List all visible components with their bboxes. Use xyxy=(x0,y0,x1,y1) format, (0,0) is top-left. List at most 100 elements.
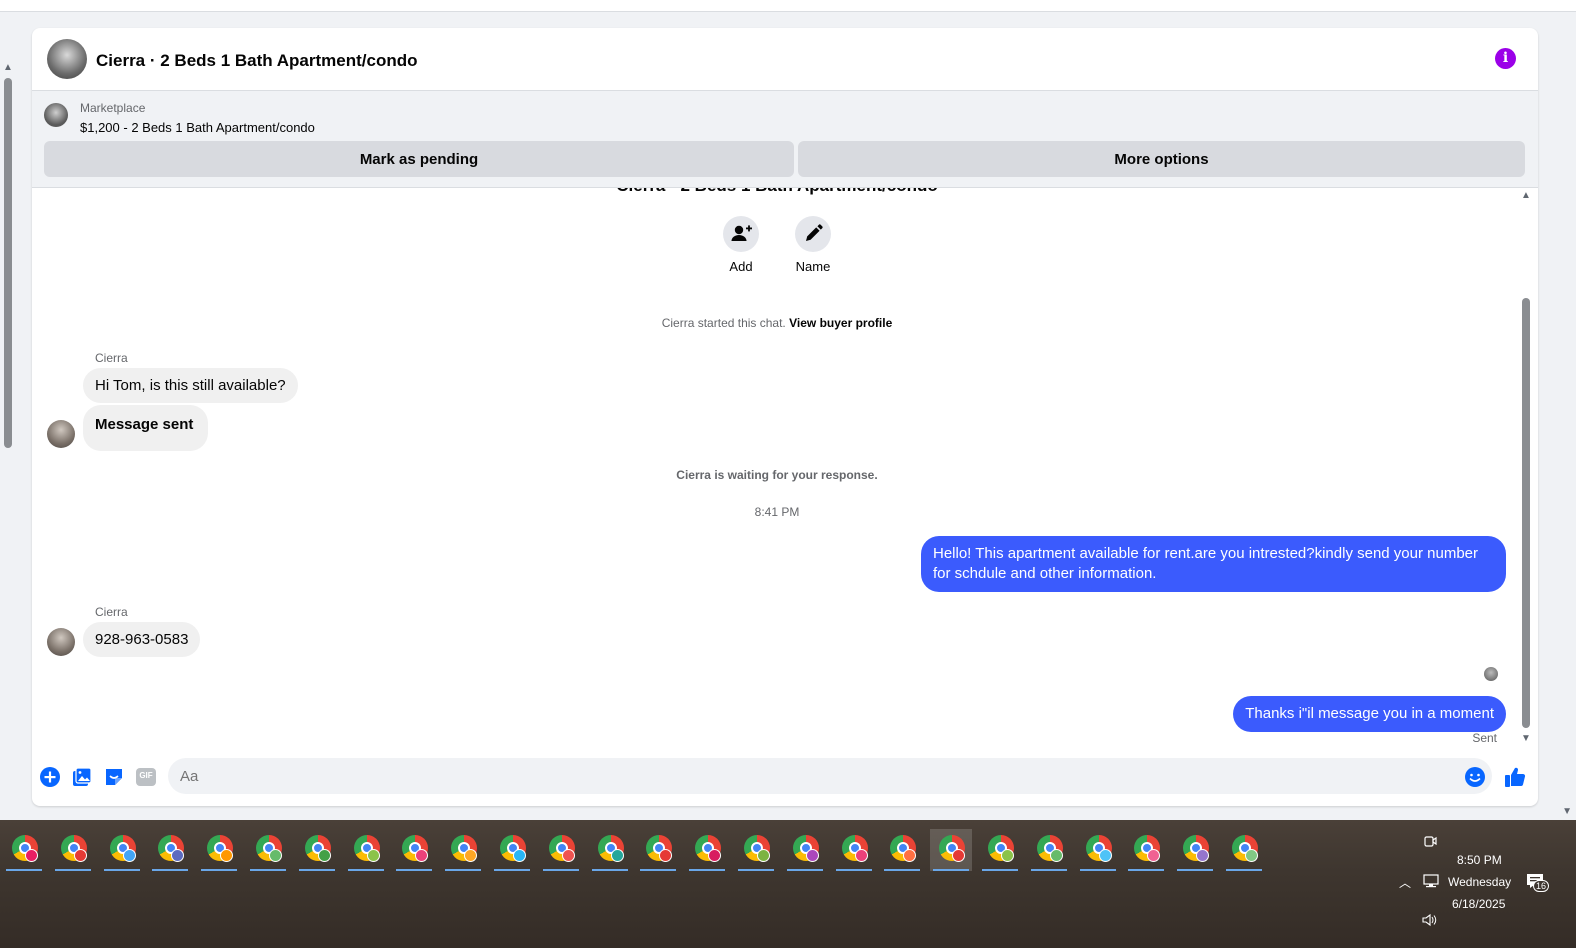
taskbar-chrome-icon[interactable] xyxy=(881,829,923,871)
taskbar-chrome-icon[interactable] xyxy=(930,829,973,871)
taskbar-chrome-icon[interactable] xyxy=(735,829,777,871)
taskbar-chrome-icon[interactable] xyxy=(52,829,94,871)
taskbar-chrome-icon[interactable] xyxy=(1174,829,1216,871)
info-icon[interactable]: i xyxy=(1495,48,1516,69)
taskbar-chrome-icon[interactable] xyxy=(198,829,240,871)
taskbar-chrome-icon[interactable] xyxy=(686,829,728,871)
incoming-message[interactable]: Hi Tom, is this still available? xyxy=(83,368,298,403)
clock-date[interactable]: 6/18/2025 xyxy=(1452,897,1505,911)
taskbar-chrome-icon[interactable] xyxy=(979,829,1021,871)
running-indicator xyxy=(54,869,91,871)
listing-thumbnail[interactable] xyxy=(44,103,68,127)
notification-count: 16 xyxy=(1533,880,1550,892)
taskbar-chrome-icon[interactable] xyxy=(491,829,533,871)
mark-as-pending-button[interactable]: Mark as pending xyxy=(44,141,794,177)
profile-badge-icon xyxy=(25,849,38,862)
taskbar-chrome-icon[interactable] xyxy=(540,829,582,871)
taskbar-chrome-icon[interactable] xyxy=(1028,829,1070,871)
chat-title[interactable]: Cierra · 2 Beds 1 Bath Apartment/condo xyxy=(96,51,418,71)
message-timestamp: 8:41 PM xyxy=(754,505,800,519)
taskbar-chrome-icon[interactable] xyxy=(149,829,191,871)
network-icon[interactable] xyxy=(1423,874,1439,891)
chat-started-notice: Cierra started this chat. View buyer pro… xyxy=(32,316,1522,330)
profile-badge-icon xyxy=(757,849,770,862)
name-chat-action[interactable]: Name xyxy=(783,216,843,274)
like-icon[interactable] xyxy=(1504,766,1526,788)
notification-center-icon[interactable]: 16 xyxy=(1525,872,1550,893)
add-person-icon[interactable] xyxy=(723,216,759,252)
message-list[interactable]: Cierra · 2 Beds 1 Bath Apartment/condo A… xyxy=(32,188,1532,746)
chat-window: Cierra · 2 Beds 1 Bath Apartment/condo i… xyxy=(32,28,1538,806)
sender-avatar[interactable] xyxy=(47,628,75,656)
scroll-down-icon[interactable]: ▼ xyxy=(1521,733,1531,744)
profile-badge-icon xyxy=(317,849,331,862)
taskbar-chrome-icon[interactable] xyxy=(1223,829,1265,871)
volume-icon[interactable] xyxy=(1421,913,1439,930)
page-scroll-down-icon[interactable]: ▼ xyxy=(1562,806,1572,817)
message-input[interactable] xyxy=(168,758,1492,794)
running-indicator xyxy=(152,869,189,871)
taskbar-chrome-icon[interactable] xyxy=(3,829,45,871)
clock-day[interactable]: Wednesday xyxy=(1448,875,1511,889)
taskbar-chrome-icon[interactable] xyxy=(393,829,435,871)
listing-avatar[interactable] xyxy=(47,39,87,79)
taskbar-chrome-icon[interactable] xyxy=(296,829,338,871)
outgoing-message[interactable]: Hello! This apartment available for rent… xyxy=(921,536,1506,592)
page-scrollbar[interactable]: ▲ xyxy=(0,60,16,820)
scrollbar-thumb[interactable] xyxy=(1522,298,1530,728)
profile-badge-icon xyxy=(659,849,673,862)
taskbar-chrome-icon[interactable] xyxy=(101,829,143,871)
profile-badge-icon xyxy=(366,849,380,862)
gif-label: GIF xyxy=(139,771,153,780)
seen-avatar xyxy=(1484,667,1498,681)
profile-badge-icon xyxy=(122,849,136,862)
outgoing-message[interactable]: Thanks i"il message you in a moment xyxy=(1233,696,1506,732)
running-indicator xyxy=(396,869,433,871)
clock-time[interactable]: 8:50 PM xyxy=(1457,853,1502,867)
add-people-action[interactable]: Add xyxy=(711,216,771,274)
running-indicator xyxy=(591,869,628,871)
more-options-button[interactable]: More options xyxy=(798,141,1525,177)
running-indicator xyxy=(1177,869,1214,871)
listing-summary[interactable]: $1,200 - 2 Beds 1 Bath Apartment/condo xyxy=(80,120,315,135)
taskbar-chrome-icon[interactable] xyxy=(247,829,289,871)
running-indicator xyxy=(347,869,384,871)
taskbar-chrome-icon[interactable] xyxy=(1077,829,1119,871)
taskbar-chrome-icon[interactable] xyxy=(442,829,484,871)
profile-badge-icon xyxy=(1001,849,1014,862)
profile-badge-icon xyxy=(561,849,575,862)
photo-icon[interactable] xyxy=(71,766,93,788)
waiting-notice: Cierra is waiting for your response. xyxy=(676,468,878,482)
incoming-message[interactable]: Message sent xyxy=(83,405,209,451)
taskbar-chrome-icon[interactable] xyxy=(589,829,631,871)
scrollbar-thumb[interactable] xyxy=(4,78,12,448)
view-buyer-profile-link[interactable]: View buyer profile xyxy=(789,316,892,330)
gif-icon[interactable]: GIF xyxy=(135,766,157,788)
running-indicator xyxy=(1030,869,1067,871)
sender-avatar[interactable] xyxy=(47,420,75,448)
taskbar-chrome-icon[interactable] xyxy=(784,829,826,871)
chevron-up-icon[interactable]: ︿ xyxy=(1399,874,1411,891)
running-indicator xyxy=(786,869,823,871)
message-scrollbar[interactable]: ▲ ▼ xyxy=(1520,188,1532,746)
running-indicator xyxy=(250,869,286,871)
taskbar-chrome-icon[interactable] xyxy=(637,829,679,871)
taskbar-chrome-icon[interactable] xyxy=(1125,829,1167,871)
plus-icon[interactable] xyxy=(39,766,61,788)
meet-now-icon[interactable] xyxy=(1423,834,1437,851)
running-indicator xyxy=(103,869,140,871)
profile-badge-icon xyxy=(854,849,868,862)
profile-badge-icon xyxy=(903,849,917,862)
scroll-up-icon[interactable]: ▲ xyxy=(1521,190,1531,201)
name-label: Name xyxy=(795,259,831,274)
scroll-up-icon[interactable]: ▲ xyxy=(3,62,13,73)
emoji-icon[interactable] xyxy=(1464,766,1486,788)
profile-badge-icon xyxy=(610,849,624,862)
profile-badge-icon xyxy=(464,849,478,862)
running-indicator xyxy=(738,869,774,871)
sticker-icon[interactable] xyxy=(103,766,125,788)
taskbar-chrome-icon[interactable] xyxy=(345,829,387,871)
pencil-icon[interactable] xyxy=(795,216,831,252)
incoming-message[interactable]: 928-963-0583 xyxy=(83,622,201,657)
taskbar-chrome-icon[interactable] xyxy=(833,829,875,871)
